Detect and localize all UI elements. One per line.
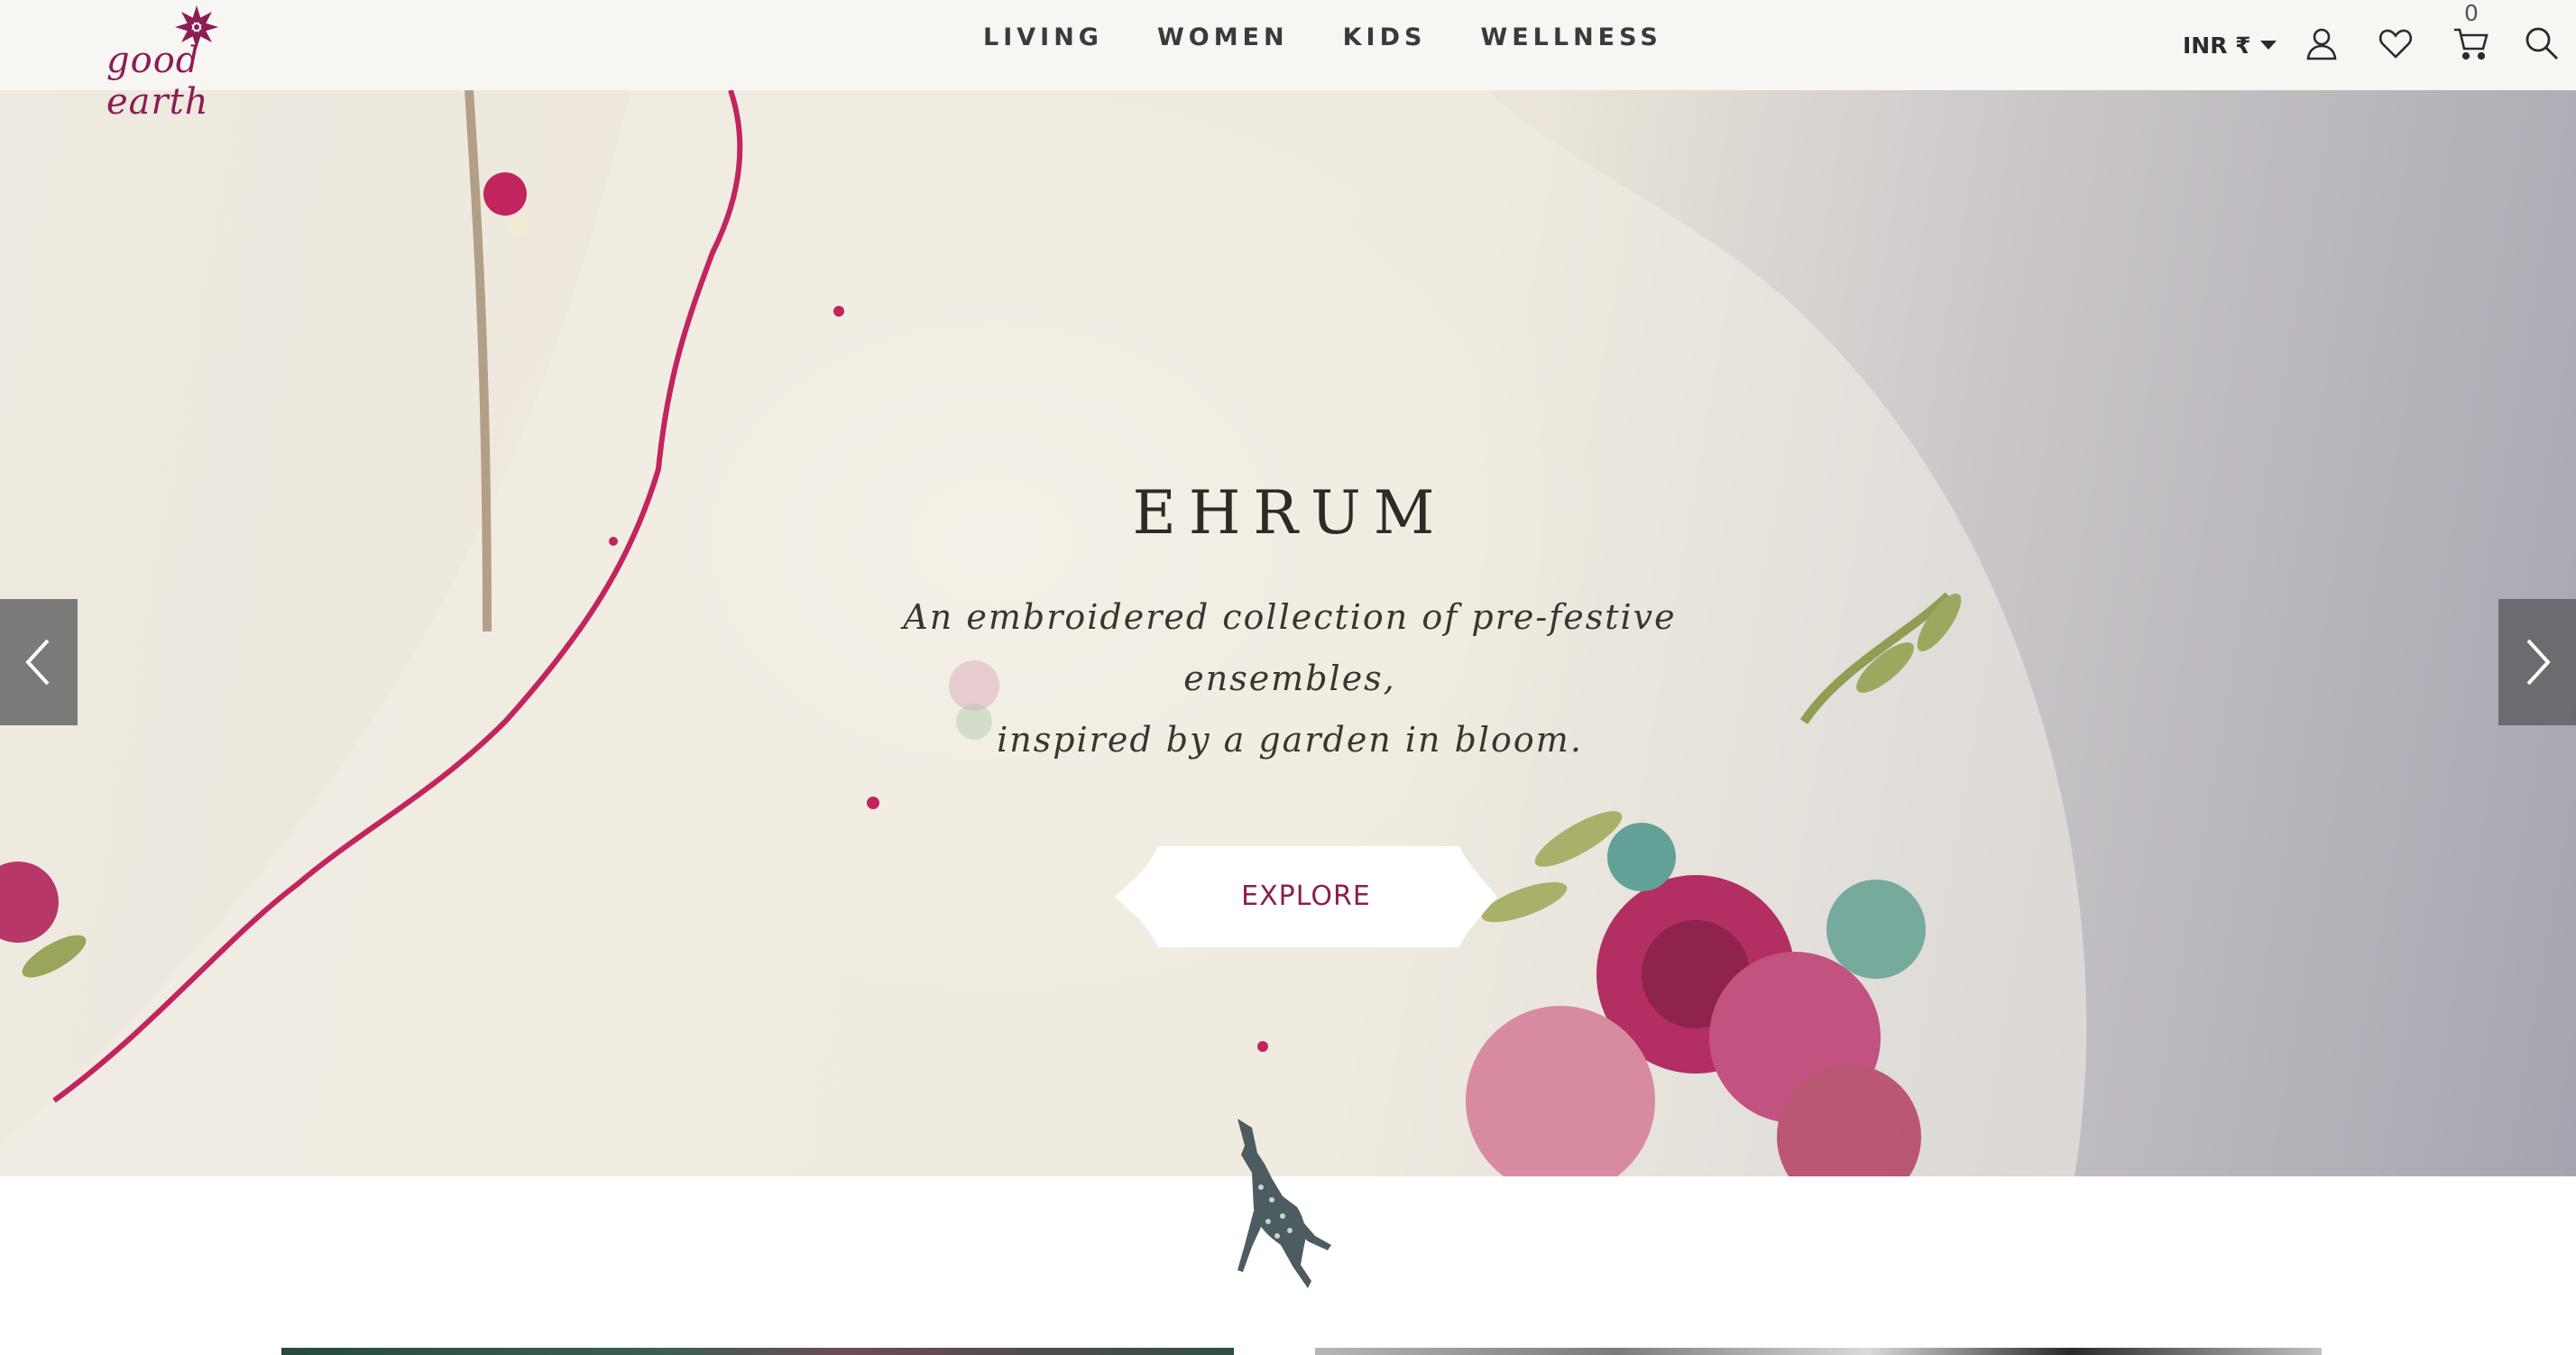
hero-subtitle-line-2: inspired by a garden in bloom. — [997, 720, 1583, 760]
chevron-right-icon — [2526, 639, 2551, 686]
hero-subtitle: An embroidered collection of pre-festive… — [794, 586, 1786, 770]
logo-text: good earth — [106, 40, 209, 123]
brand-logo[interactable]: good earth — [106, 4, 305, 123]
featured-tile-right[interactable] — [1315, 1348, 2322, 1355]
user-icon[interactable] — [2302, 23, 2341, 63]
explore-button-label: EXPLORE — [1241, 880, 1371, 912]
caret-down-icon — [2259, 41, 2277, 50]
search-icon[interactable] — [2522, 23, 2562, 63]
nav-item-women[interactable]: WOMEN — [1130, 20, 1316, 61]
cart-icon[interactable] — [2452, 23, 2491, 63]
currency-selector[interactable]: INR ₹ — [2183, 27, 2277, 63]
site-header: good earth LIVING WOMEN KIDS WELLNESS IN… — [0, 0, 2576, 123]
hero-subtitle-line-1: An embroidered collection of pre-festive… — [903, 597, 1677, 698]
hero-banner: EHRUM An embroidered collection of pre-f… — [0, 90, 2576, 1176]
carousel-prev-button[interactable] — [0, 599, 78, 725]
heart-icon[interactable] — [2376, 23, 2415, 63]
hero-title: EHRUM — [1132, 478, 1448, 548]
nav-item-living[interactable]: LIVING — [956, 20, 1130, 61]
main-nav: LIVING WOMEN KIDS WELLNESS — [956, 20, 1689, 61]
currency-label: INR ₹ — [2183, 32, 2251, 59]
deer-motif-icon — [1237, 1119, 1331, 1288]
explore-button[interactable]: EXPLORE — [1115, 846, 1497, 947]
featured-tile-left[interactable] — [281, 1348, 1234, 1355]
nav-item-kids[interactable]: KIDS — [1316, 20, 1454, 61]
nav-item-wellness[interactable]: WELLNESS — [1453, 20, 1688, 61]
cart-count-badge: 0 — [2464, 0, 2479, 26]
chevron-left-icon — [25, 639, 50, 686]
carousel-next-button[interactable] — [2498, 599, 2576, 725]
